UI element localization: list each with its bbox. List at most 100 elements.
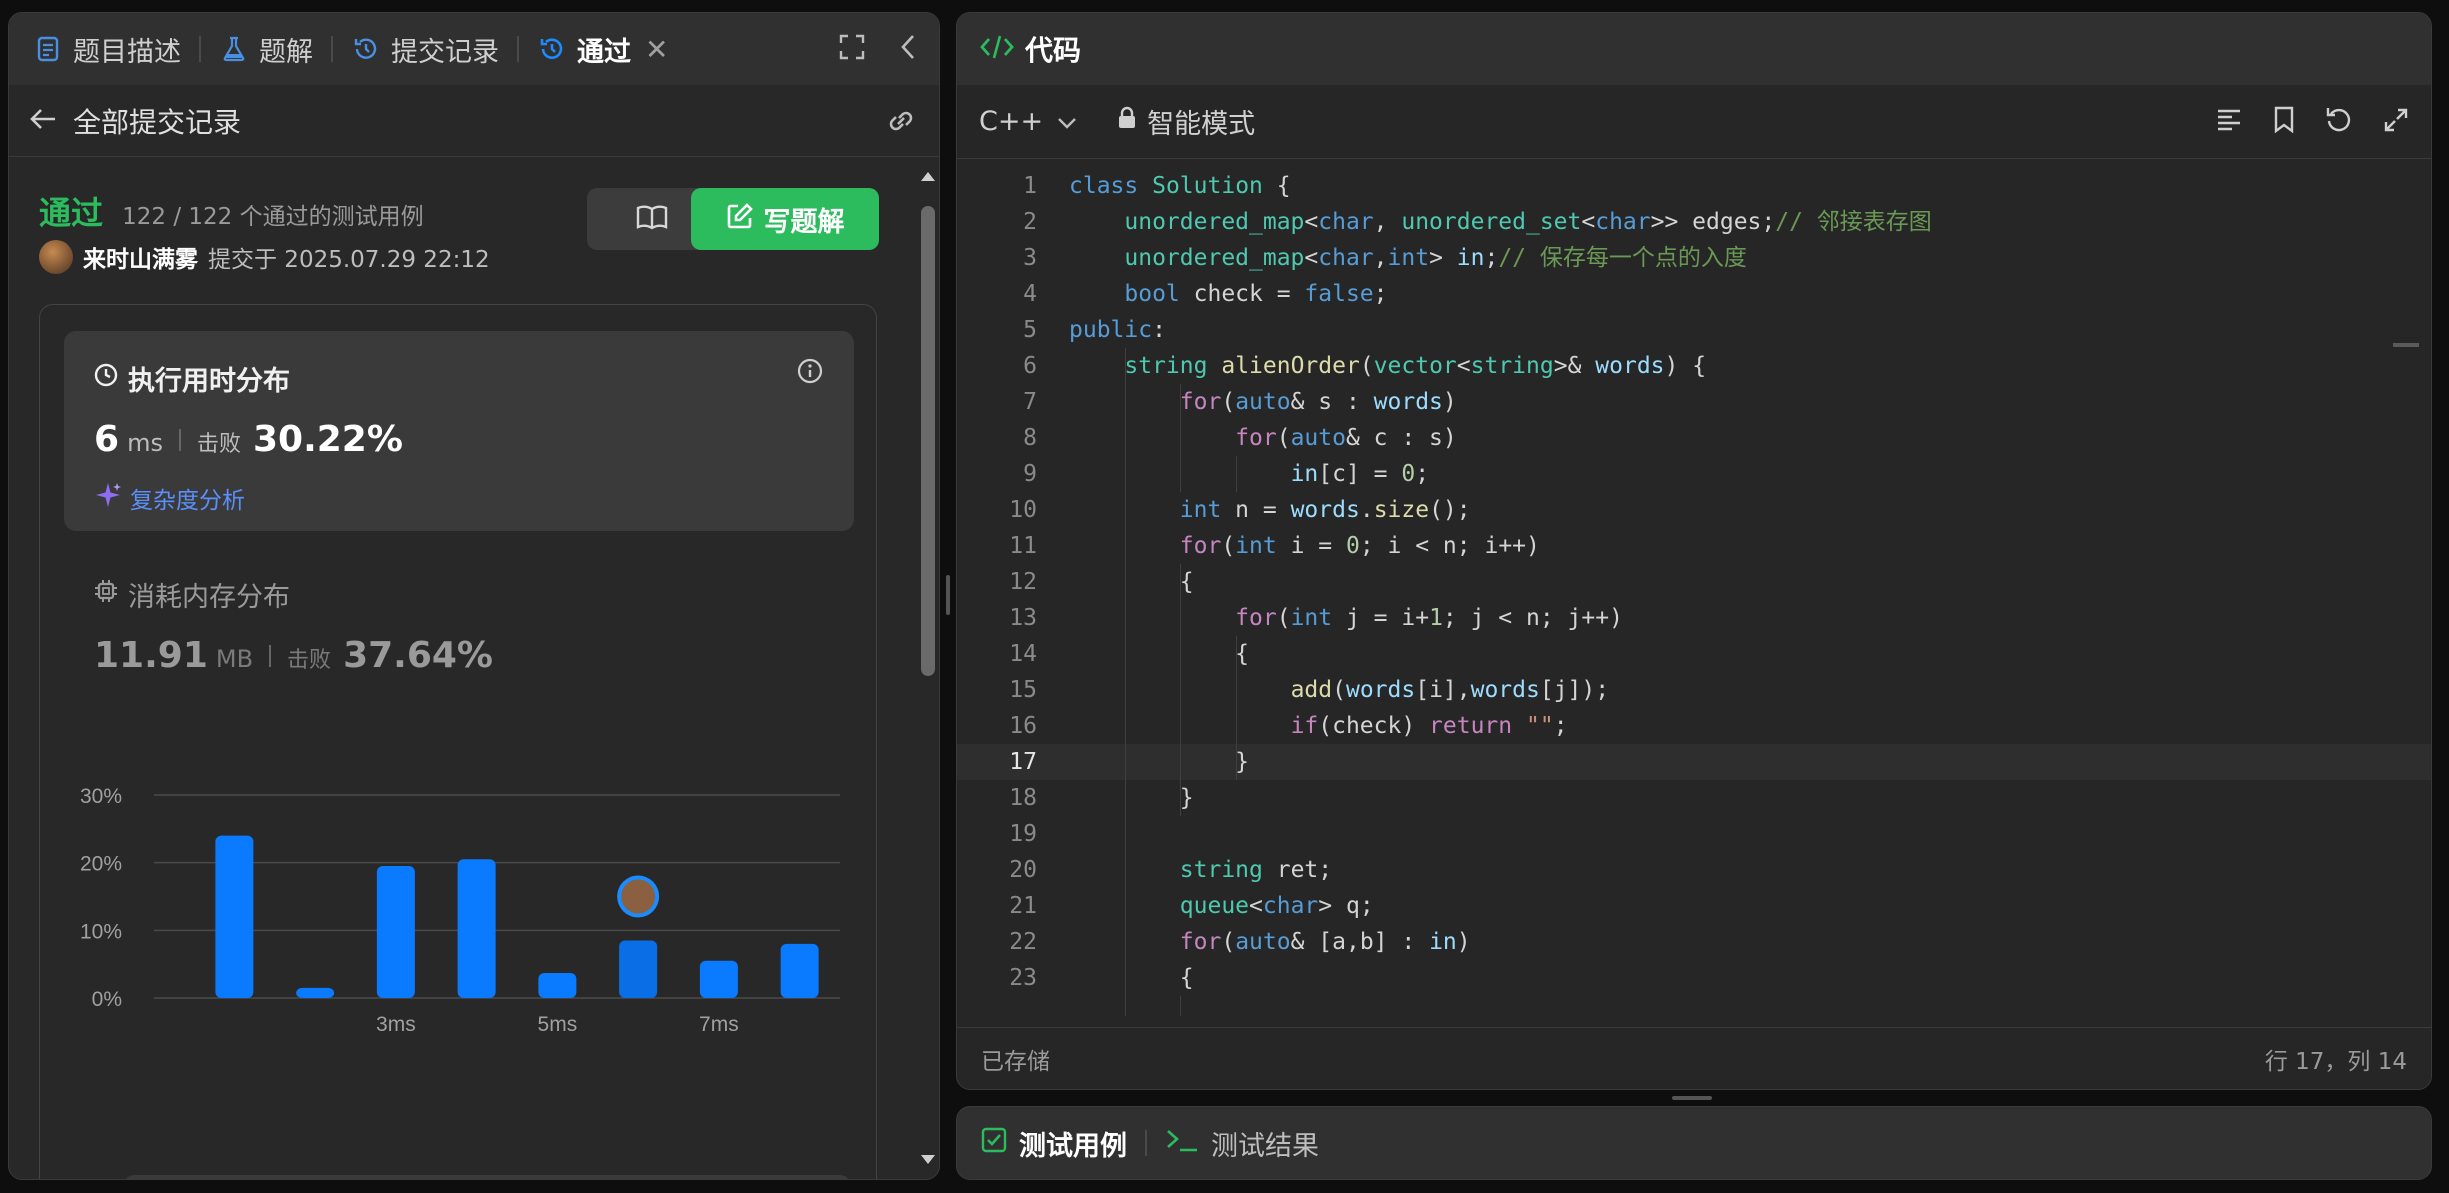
lock-icon — [1117, 106, 1137, 137]
code-text: in[c] = 0; — [1290, 461, 1430, 487]
memory-beat-label: 击败 — [287, 648, 332, 673]
stats-card: 执行用时分布 6 ms 击败 30.22% 复杂度分析 消耗内存分布 11.91… — [39, 304, 877, 1179]
code-text: bool check = false; — [1124, 281, 1388, 307]
x-tick-label: 5ms — [538, 1013, 578, 1036]
code-line[interactable]: 3 unordered_map<char,int> in;// 保存每一个点的入… — [957, 240, 2431, 276]
line-number: 19 — [1009, 821, 1037, 847]
code-line[interactable]: 9 in[c] = 0; — [957, 456, 2431, 492]
book-icon — [636, 204, 668, 234]
code-line[interactable]: 22 for(auto& [a,b] : in) — [957, 924, 2431, 960]
left-tab-bar: 题目描述 题解 提交记录 通过 ✕ — [9, 13, 939, 85]
line-number: 15 — [1009, 677, 1037, 703]
tab-accepted[interactable]: 通过 ✕ — [537, 13, 668, 85]
chart-bar — [538, 972, 577, 998]
memory-title[interactable]: 消耗内存分布 — [94, 575, 290, 614]
share-link-icon[interactable] — [885, 107, 917, 139]
code-line[interactable]: 7 for(auto& s : words) — [957, 384, 2431, 420]
code-line[interactable]: 21 queue<char> q; — [957, 888, 2431, 924]
code-line[interactable]: 11 for(int i = 0; i < n; i++) — [957, 528, 2431, 564]
chart-bar — [457, 859, 496, 998]
chart-bar — [296, 987, 335, 998]
chart-footer-box — [126, 1175, 848, 1179]
cursor-position: 行 17，列 14 — [2264, 1048, 2407, 1075]
status-row: 通过 122 / 122 个通过的测试用例 — [39, 188, 424, 234]
code-line[interactable]: 4 bool check = false; — [957, 276, 2431, 312]
horizontal-splitter[interactable] — [1672, 1096, 1712, 1100]
code-line[interactable]: 5 public: — [957, 312, 2431, 348]
code-line[interactable]: 16 if(check) return ""; — [957, 708, 2431, 744]
code-line[interactable]: 23 { — [957, 960, 2431, 996]
editor-mode-label: 智能模式 — [1147, 109, 1256, 140]
runtime-beat-value: 30.22% — [252, 419, 403, 460]
scrollbar[interactable] — [915, 158, 939, 1179]
line-number: 22 — [1009, 929, 1037, 955]
code-line[interactable]: 18 } — [957, 780, 2431, 816]
fullscreen-icon[interactable] — [839, 34, 865, 64]
line-number: 18 — [1009, 785, 1037, 811]
runtime-title: 执行用时分布 — [94, 359, 290, 398]
code-line[interactable]: 13 for(int j = i+1; j < n; j++) — [957, 600, 2431, 636]
code-editor[interactable]: 1 class Solution {2 unordered_map<char, u… — [957, 160, 2431, 1016]
tab-description[interactable]: 题目描述 — [33, 13, 181, 85]
edit-icon — [726, 202, 754, 237]
submission-subheader: 全部提交记录 — [9, 85, 939, 157]
scroll-up-icon[interactable] — [920, 170, 936, 182]
complexity-analysis-link[interactable]: 复杂度分析 — [94, 481, 245, 515]
all-submissions-link[interactable]: 全部提交记录 — [73, 101, 241, 141]
runtime-box[interactable]: 执行用时分布 6 ms 击败 30.22% 复杂度分析 — [64, 331, 854, 531]
avatar[interactable] — [39, 240, 73, 274]
code-text: add(words[i],words[j]); — [1290, 677, 1610, 703]
line-number: 23 — [1009, 965, 1037, 991]
runtime-values: 6 ms 击败 30.22% — [94, 419, 403, 460]
code-line[interactable]: 2 unordered_map<char, unordered_set<char… — [957, 204, 2431, 240]
code-text: int n = words.size(); — [1179, 497, 1471, 523]
tab-submissions[interactable]: 提交记录 — [351, 13, 499, 85]
code-text: queue<char> q; — [1179, 893, 1374, 919]
saved-status: 已存储 — [981, 1048, 1050, 1075]
code-line[interactable]: 12 { — [957, 564, 2431, 600]
code-line[interactable]: 19 — [957, 816, 2431, 852]
close-icon[interactable]: ✕ — [645, 33, 668, 66]
code-line[interactable]: 1 class Solution { — [957, 168, 2431, 204]
scroll-thumb[interactable] — [921, 206, 935, 676]
bookmark-icon[interactable] — [2273, 106, 2295, 138]
tab-test-case[interactable]: 测试用例 — [981, 1124, 1127, 1163]
flask-icon — [219, 34, 249, 64]
vertical-splitter[interactable] — [944, 560, 952, 630]
language-select[interactable]: C++ — [979, 106, 1077, 137]
code-header: 代码 — [957, 13, 2431, 85]
tab-test-result[interactable]: 测试结果 — [1165, 1124, 1319, 1163]
code-toolbar: C++ 智能模式 — [957, 85, 2431, 159]
format-icon[interactable] — [2215, 107, 2243, 137]
info-icon[interactable] — [796, 357, 824, 389]
code-line[interactable]: 8 for(auto& c : s) — [957, 420, 2431, 456]
line-number: 9 — [1023, 461, 1037, 487]
scroll-down-icon[interactable] — [920, 1154, 936, 1166]
indent-guide — [1180, 996, 1182, 1016]
chevron-left-icon[interactable] — [899, 34, 917, 64]
write-solution-button[interactable]: 写题解 — [691, 188, 879, 250]
code-line[interactable]: 17 } — [957, 744, 2431, 780]
code-panel: 代码 C++ 智能模式 1 class Solution {2 unorder… — [956, 12, 2432, 1090]
sparkle-icon — [94, 481, 122, 515]
code-line[interactable]: 20 string ret; — [957, 852, 2431, 888]
line-number: 8 — [1023, 425, 1037, 451]
author-name[interactable]: 来时山满雾 — [83, 240, 198, 274]
code-line[interactable]: 6 string alienOrder(vector<string>& word… — [957, 348, 2431, 384]
code-line[interactable]: 14 { — [957, 636, 2431, 672]
indent-guide — [1235, 636, 1237, 780]
tab-solutions[interactable]: 题解 — [219, 13, 313, 85]
indent-guide — [1235, 456, 1237, 492]
code-title: 代码 — [1025, 34, 1082, 67]
editor-mode[interactable]: 智能模式 — [1117, 102, 1255, 141]
code-line[interactable]: 15 add(words[i],words[j]); — [957, 672, 2431, 708]
reset-icon[interactable] — [2325, 106, 2353, 138]
chart-bar — [780, 943, 819, 998]
runtime-unit: ms — [127, 429, 163, 457]
expand-icon[interactable] — [2383, 107, 2409, 137]
back-arrow-icon[interactable] — [29, 106, 57, 136]
code-line[interactable]: 10 int n = words.size(); — [957, 492, 2431, 528]
test-case-count: 122 / 122 个通过的测试用例 — [122, 204, 424, 230]
code-text: unordered_map<char, unordered_set<char>>… — [1124, 209, 1932, 235]
code-text: class Solution { — [1069, 173, 1291, 199]
